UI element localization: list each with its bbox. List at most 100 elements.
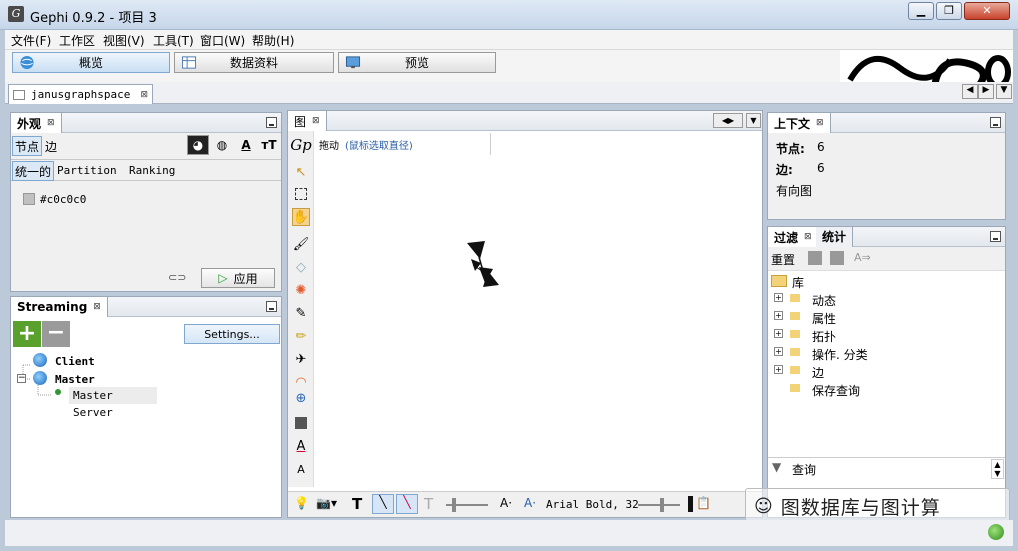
export-icon[interactable] — [808, 251, 822, 265]
settings-button[interactable]: Settings... — [184, 324, 280, 344]
label-color-icon[interactable]: A — [236, 135, 256, 155]
expand-icon[interactable]: + — [774, 347, 783, 356]
panel-menu-icon[interactable]: ▼ — [746, 113, 761, 128]
screenshot-icon[interactable]: 📷▾ — [316, 496, 337, 510]
label-size-slider[interactable] — [638, 504, 680, 506]
font-color-icon[interactable]: A· — [524, 496, 536, 510]
ranking-tab[interactable]: Ranking — [129, 164, 175, 177]
library-node[interactable]: 库 — [792, 274, 804, 291]
edge-toggle-icon[interactable]: ╲ — [372, 494, 394, 514]
clipboard-icon[interactable]: 📋 — [696, 496, 711, 510]
minimize-panel-icon[interactable] — [266, 301, 277, 312]
auto-refresh-icon[interactable]: A⇒ — [854, 251, 871, 264]
edge-pencil-icon[interactable]: ✏ — [292, 327, 310, 345]
rectangle-select-icon[interactable] — [292, 185, 310, 203]
save-icon[interactable] — [830, 251, 844, 265]
color-bar-icon[interactable] — [688, 496, 693, 512]
expand-icon[interactable]: + — [774, 293, 783, 302]
filter-category-attributes[interactable]: 属性 — [812, 310, 836, 327]
minimize-button[interactable]: ▁ — [908, 2, 934, 20]
overview-tab[interactable]: 概览 — [12, 52, 170, 73]
filter-category-saved[interactable]: 保存查询 — [812, 382, 860, 399]
text-size-icon[interactable]: A — [292, 460, 310, 478]
scroll-left-icon[interactable]: ◀ — [962, 84, 978, 99]
close-tab-icon[interactable]: ⊠ — [140, 90, 148, 100]
reset-button[interactable]: 重置 — [771, 251, 795, 268]
size-icon[interactable]: ◍ — [211, 135, 233, 155]
panel-scroll-icon[interactable]: ◀▶ — [713, 113, 743, 128]
query-label[interactable]: 查询 — [792, 461, 816, 478]
remove-icon[interactable]: − — [42, 321, 70, 347]
close-button[interactable]: ✕ — [964, 2, 1010, 20]
menu-workspace[interactable]: 工作区 — [59, 32, 95, 49]
filter-category-topology[interactable]: 拓扑 — [812, 328, 836, 345]
filter-category-dynamic[interactable]: 动态 — [812, 292, 836, 309]
painter-icon[interactable]: ✺ — [292, 281, 310, 299]
menu-file[interactable]: 文件(F) — [11, 32, 51, 49]
close-panel-icon[interactable]: ⊠ — [47, 118, 55, 128]
zoom-icon[interactable]: ⊕ — [292, 389, 310, 407]
menu-window[interactable]: 窗口(W) — [200, 32, 245, 49]
close-panel-icon[interactable]: ⊠ — [93, 302, 101, 312]
master-node[interactable]: Master — [55, 373, 95, 386]
query-scrollbar[interactable]: ▲ ▼ — [991, 459, 1004, 479]
font-label[interactable]: Arial Bold, 32 — [546, 498, 639, 511]
minimize-panel-icon[interactable] — [990, 231, 1001, 242]
link-icon[interactable]: ⊂⊃ — [168, 271, 186, 284]
master-server-node[interactable]: Master Server — [69, 387, 157, 419]
expand-icon[interactable]: + — [774, 365, 783, 374]
menu-help[interactable]: 帮助(H) — [252, 32, 294, 49]
node-shape-icon[interactable] — [292, 414, 310, 432]
diamond-icon[interactable]: ◇ — [292, 258, 310, 276]
shortest-path-icon[interactable]: ✈ — [292, 350, 310, 368]
color-palette-icon[interactable]: ◕ — [187, 135, 209, 155]
slider-thumb[interactable] — [452, 498, 456, 512]
appearance-tab[interactable]: 外观 ⊠ — [11, 113, 62, 133]
pencil-icon[interactable]: ✎ — [292, 304, 310, 322]
close-panel-icon[interactable]: ⊠ — [816, 118, 824, 128]
statistics-tab[interactable]: 统计 — [816, 227, 854, 247]
update-status-icon[interactable] — [988, 524, 1004, 540]
restore-button[interactable]: ❐ — [936, 2, 962, 20]
text-color-icon[interactable]: A — [292, 437, 310, 455]
expand-icon[interactable]: + — [774, 329, 783, 338]
data-laboratory-tab[interactable]: 数据资料 — [174, 52, 334, 73]
add-icon[interactable]: + — [13, 321, 41, 347]
show-labels-icon[interactable]: T — [352, 495, 362, 513]
unique-tab[interactable]: 统一的 — [12, 161, 54, 181]
client-node[interactable]: Client — [55, 355, 95, 368]
streaming-tab[interactable]: Streaming ⊠ — [11, 297, 108, 317]
label-size-icon[interactable]: тT — [259, 135, 279, 155]
scroll-right-icon[interactable]: ▶ — [978, 84, 994, 99]
filter-category-edges[interactable]: 边 — [812, 364, 824, 381]
partition-tab[interactable]: Partition — [57, 164, 117, 177]
graph-tab[interactable]: 图 ⊠ — [288, 111, 327, 131]
tab-menu-icon[interactable]: ▼ — [996, 84, 1012, 99]
filter-category-operator[interactable]: 操作. 分类 — [812, 346, 868, 363]
edge-labels-icon[interactable]: T — [424, 495, 433, 513]
drag-hand-icon[interactable]: ✋ — [292, 208, 310, 226]
menu-view[interactable]: 视图(V) — [103, 32, 145, 49]
context-tab[interactable]: 上下文 ⊠ — [768, 113, 831, 133]
brush-icon[interactable]: 🖌 — [292, 235, 310, 253]
collapse-icon[interactable]: − — [17, 374, 26, 383]
expand-icon[interactable]: + — [774, 311, 783, 320]
font-size-icon[interactable]: A· — [500, 496, 512, 510]
menu-tools[interactable]: 工具(T) — [153, 32, 194, 49]
preview-tab[interactable]: 预览 — [338, 52, 496, 73]
pointer-icon[interactable]: ↖ — [292, 163, 310, 181]
edge-color-icon[interactable]: ╲ — [396, 494, 418, 514]
nodes-tab[interactable]: 节点 — [12, 136, 42, 156]
graph-canvas[interactable] — [315, 159, 762, 487]
minimize-panel-icon[interactable] — [266, 117, 277, 128]
color-swatch[interactable] — [23, 193, 35, 205]
minimize-panel-icon[interactable] — [990, 117, 1001, 128]
close-panel-icon[interactable]: ⊠ — [804, 232, 812, 242]
slider-thumb[interactable] — [660, 498, 664, 512]
close-panel-icon[interactable]: ⊠ — [312, 116, 320, 126]
apply-button[interactable]: ▷ 应用 — [201, 268, 275, 288]
edges-tab[interactable]: 边 — [42, 136, 60, 156]
lightbulb-icon[interactable]: 💡 — [294, 496, 309, 510]
filters-tab[interactable]: 过滤 ⊠ — [768, 227, 819, 247]
workspace-tab[interactable]: janusgraphspace ⊠ — [8, 84, 153, 104]
